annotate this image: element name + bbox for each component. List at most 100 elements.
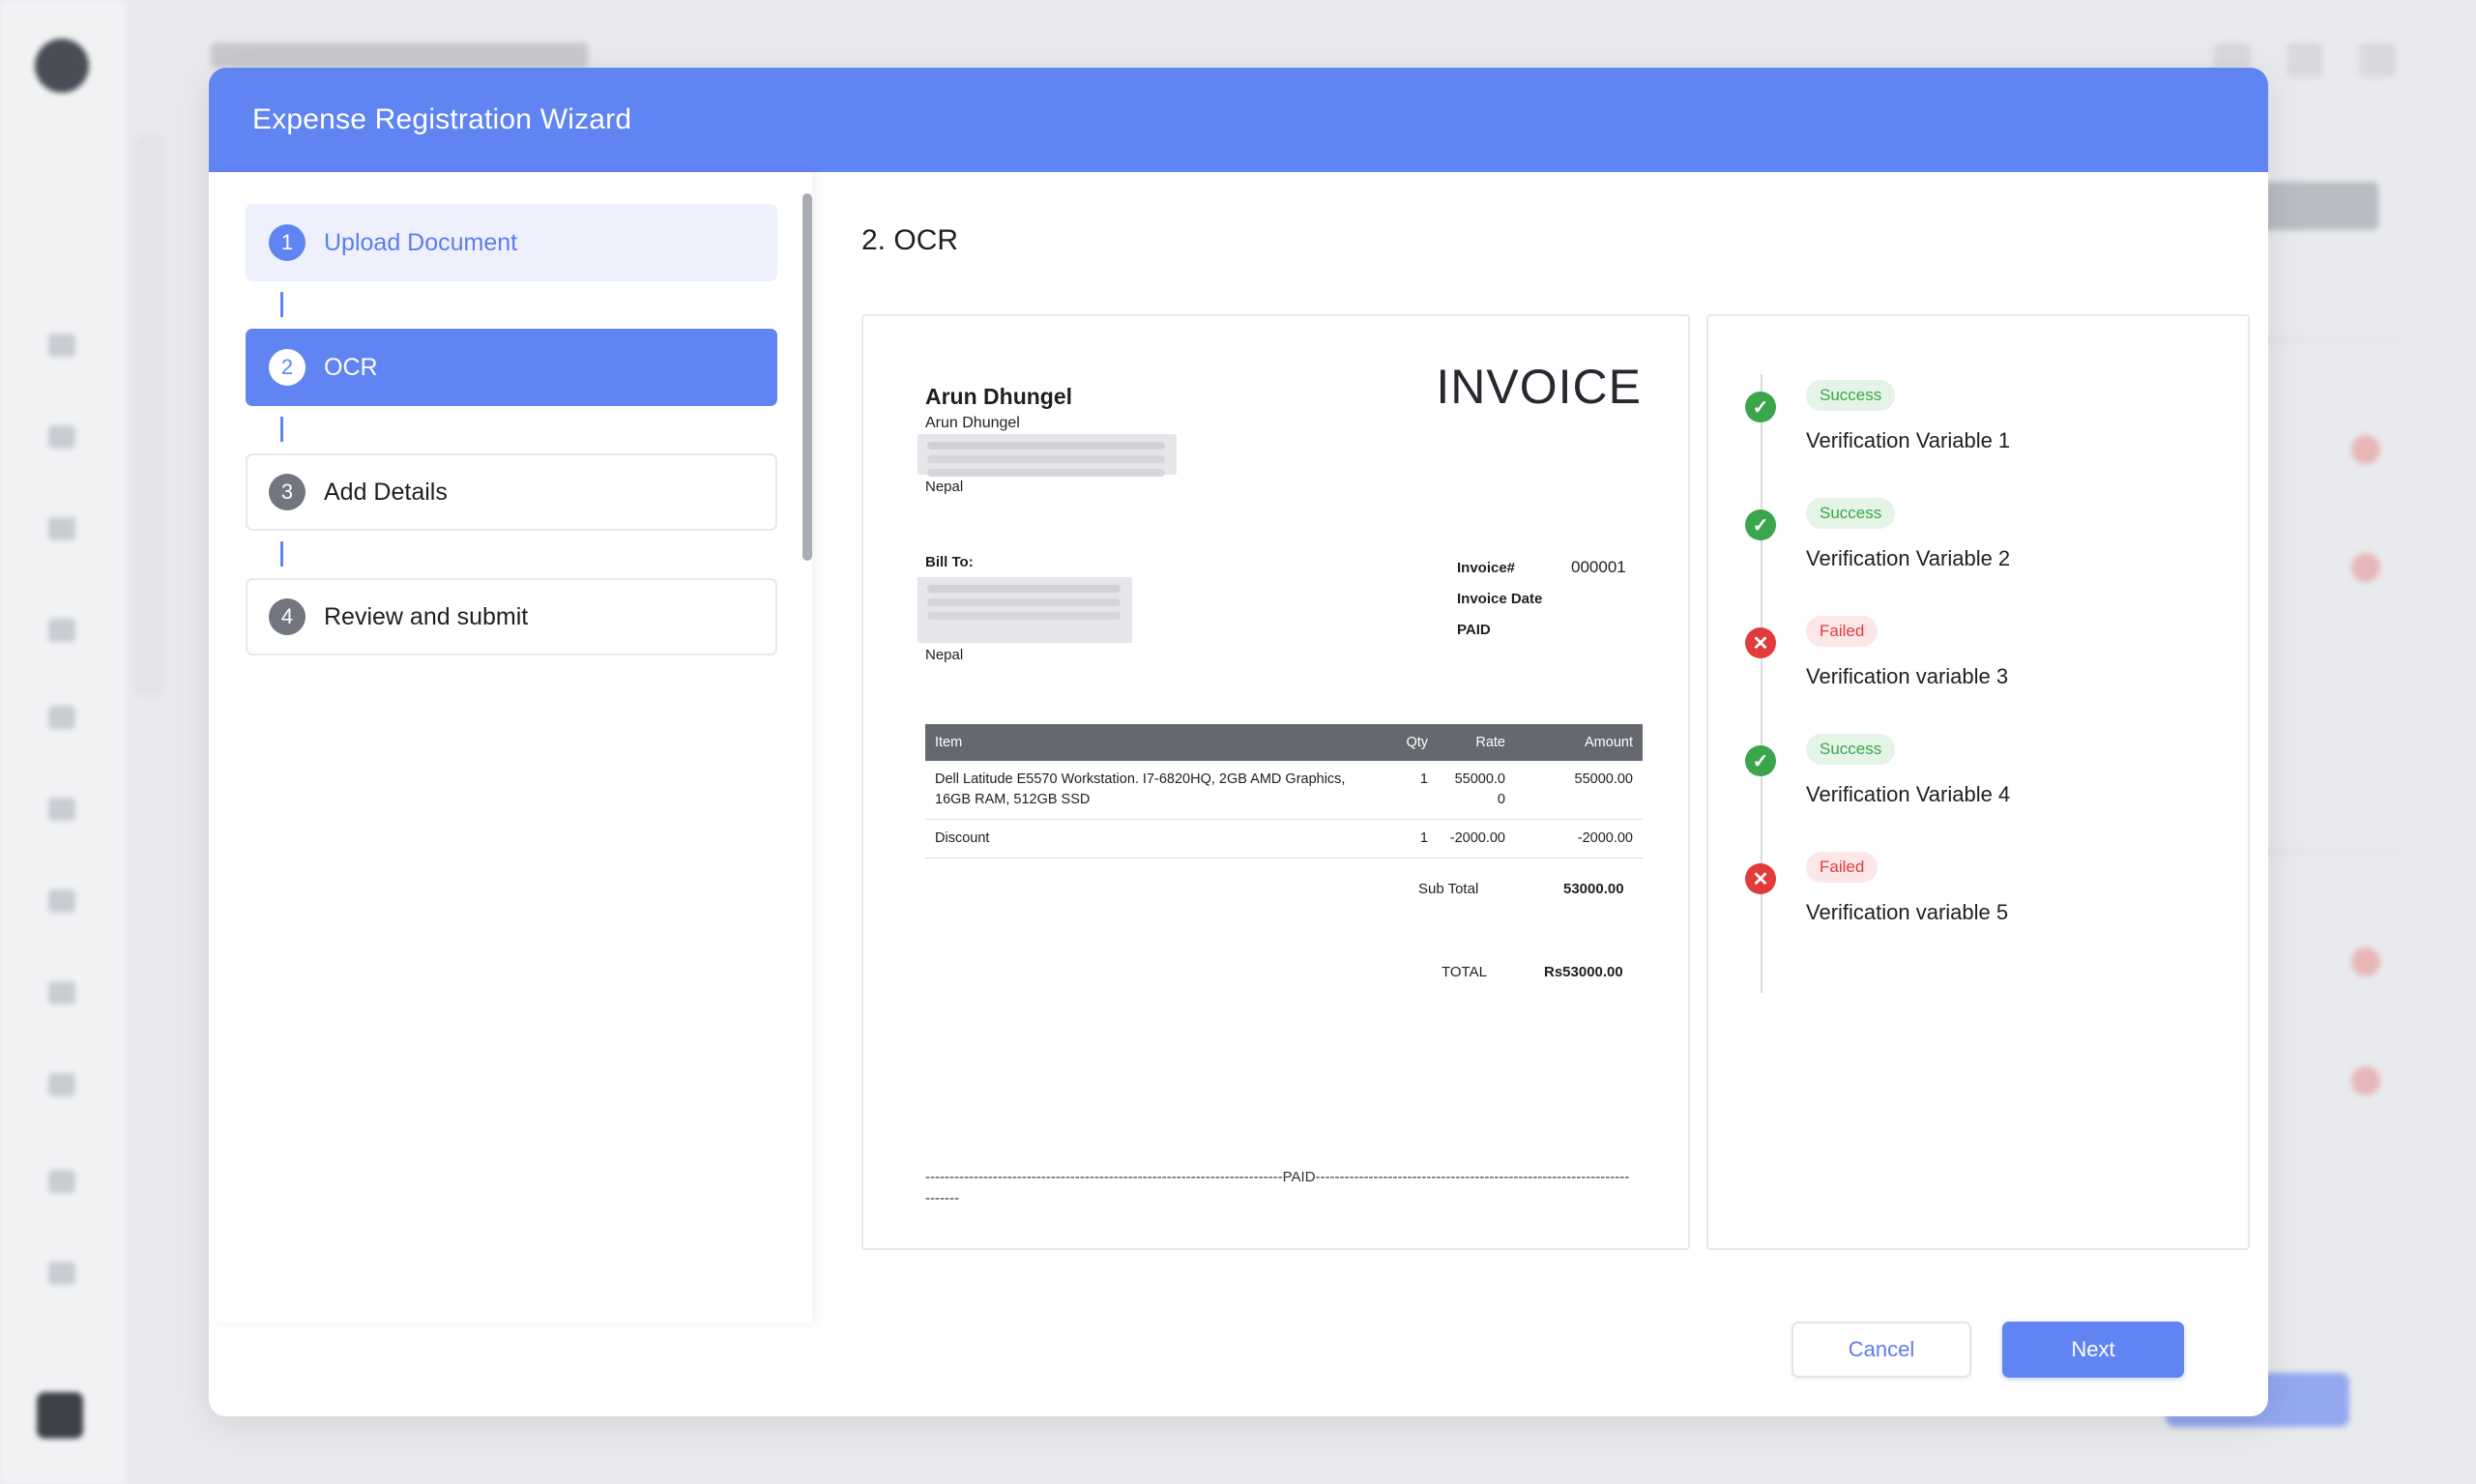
verification-item: ✓ Success Verification Variable 1 — [1745, 380, 2209, 477]
verification-label: Verification variable 5 — [1806, 900, 2009, 924]
cancel-button[interactable]: Cancel — [1791, 1322, 1971, 1378]
step-connector — [280, 417, 283, 442]
invoice-preview: Arun Dhungel Arun Dhungel Nepal INVOICE … — [861, 314, 1690, 1250]
check-circle-icon: ✓ — [1745, 392, 1776, 422]
section-title: 2. OCR — [861, 224, 959, 256]
status-badge: Success — [1806, 498, 1896, 529]
step-label: Upload Document — [324, 228, 518, 256]
verification-label: Verification variable 3 — [1806, 664, 2009, 688]
step-number: 3 — [269, 474, 306, 510]
background-status-dot — [2351, 435, 2380, 464]
table-row: Dell Latitude E5570 Workstation. I7-6820… — [925, 761, 1643, 820]
step-number: 2 — [269, 349, 306, 386]
check-circle-icon: ✓ — [1745, 509, 1776, 540]
invoice-status-label: PAID — [1457, 622, 1491, 638]
invoice-company-name: Arun Dhungel — [925, 384, 1073, 409]
nav-icon — [48, 517, 75, 540]
nav-icon — [48, 619, 75, 642]
verification-label: Verification Variable 1 — [1806, 428, 2011, 452]
total-value: Rs53000.00 — [1544, 964, 1623, 980]
redacted-bill-to-address — [918, 577, 1132, 643]
verification-item: ✕ Failed Verification variable 3 — [1745, 616, 2209, 713]
step-connector — [280, 292, 283, 317]
verification-label: Verification Variable 4 — [1806, 782, 2011, 806]
invoice-number-value: 000001 — [1571, 558, 1626, 576]
verification-label: Verification Variable 2 — [1806, 546, 2011, 570]
status-badge: Failed — [1806, 852, 1879, 883]
steps-scrollbar[interactable] — [802, 193, 812, 561]
nav-icon — [48, 1262, 75, 1285]
step-review-and-submit[interactable]: 4 Review and submit — [246, 578, 777, 655]
bill-to-label: Bill To: — [925, 554, 974, 570]
step-label: Review and submit — [324, 602, 529, 630]
verification-item: ✓ Success Verification Variable 2 — [1745, 498, 2209, 595]
verification-item: ✕ Failed Verification variable 5 — [1745, 852, 2209, 948]
modal-header: Expense Registration Wizard — [209, 68, 2268, 172]
nav-icon — [48, 1170, 75, 1193]
step-label: Add Details — [324, 478, 448, 506]
invoice-date-label: Invoice Date — [1457, 591, 1543, 607]
background-divider — [2262, 851, 2398, 853]
step-upload-document[interactable]: 1 Upload Document — [246, 204, 777, 281]
expense-wizard-modal: Expense Registration Wizard 1 Upload Doc… — [209, 68, 2268, 1416]
nav-icon — [48, 981, 75, 1004]
column-header-item: Item — [925, 724, 1389, 761]
column-header-qty: Qty — [1389, 724, 1438, 761]
qty-cell: 1 — [1389, 761, 1438, 820]
paid-separator: ----------------------------------------… — [925, 1169, 1630, 1207]
background-divider — [2262, 338, 2398, 340]
step-number: 4 — [269, 598, 306, 635]
amount-cell: 55000.00 — [1515, 761, 1643, 820]
next-button[interactable]: Next — [2002, 1322, 2184, 1378]
redacted-address — [918, 434, 1177, 475]
error-circle-icon: ✕ — [1745, 627, 1776, 658]
invoice-company-country: Nepal — [925, 479, 964, 495]
nav-icon — [48, 889, 75, 913]
table-row: Discount 1 -2000.00 -2000.00 — [925, 819, 1643, 858]
step-connector — [280, 541, 283, 567]
error-circle-icon: ✕ — [1745, 863, 1776, 894]
item-cell: Discount — [925, 819, 1389, 858]
avatar — [37, 1392, 83, 1439]
total-label: TOTAL — [1442, 964, 1487, 980]
nav-icon — [48, 706, 75, 729]
column-header-amount: Amount — [1515, 724, 1643, 761]
background-status-dot — [2351, 553, 2380, 582]
background-toolbar-button — [2359, 43, 2396, 77]
bill-to-country: Nepal — [925, 647, 964, 663]
subtotal-label: Sub Total — [1418, 881, 1479, 897]
rate-cell: 55000.00 — [1438, 761, 1515, 820]
nav-icon — [48, 425, 75, 449]
invoice-number-label: Invoice# — [1457, 560, 1516, 576]
nav-icon — [48, 798, 75, 821]
subtotal-value: 53000.00 — [1563, 881, 1624, 897]
table-header-row: Item Qty Rate Amount — [925, 724, 1643, 761]
app-logo — [35, 39, 89, 93]
modal-title: Expense Registration Wizard — [252, 103, 632, 135]
background-page-title — [211, 43, 588, 68]
background-toolbar-button — [2287, 43, 2323, 77]
step-add-details[interactable]: 3 Add Details — [246, 453, 777, 531]
background-subnav — [135, 135, 164, 696]
status-badge: Success — [1806, 734, 1896, 765]
nav-icon — [48, 1073, 75, 1096]
step-label: OCR — [324, 353, 378, 381]
background-status-dot — [2351, 947, 2380, 976]
item-cell: Dell Latitude E5570 Workstation. I7-6820… — [925, 761, 1389, 820]
nav-icon — [48, 334, 75, 357]
status-badge: Failed — [1806, 616, 1879, 647]
verification-item: ✓ Success Verification Variable 4 — [1745, 734, 2209, 830]
background-status-dot — [2351, 1066, 2380, 1095]
background-amount — [2262, 182, 2378, 230]
invoice-line-items: Item Qty Rate Amount Dell Latitude E5570… — [925, 724, 1643, 858]
invoice-heading: INVOICE — [1436, 360, 1642, 414]
step-number: 1 — [269, 224, 306, 261]
check-circle-icon: ✓ — [1745, 745, 1776, 776]
qty-cell: 1 — [1389, 819, 1438, 858]
status-badge: Success — [1806, 380, 1896, 411]
amount-cell: -2000.00 — [1515, 819, 1643, 858]
rate-cell: -2000.00 — [1438, 819, 1515, 858]
verification-panel: ✓ Success Verification Variable 1 ✓ Succ… — [1706, 314, 2250, 1250]
step-ocr[interactable]: 2 OCR — [246, 329, 777, 406]
column-header-rate: Rate — [1438, 724, 1515, 761]
